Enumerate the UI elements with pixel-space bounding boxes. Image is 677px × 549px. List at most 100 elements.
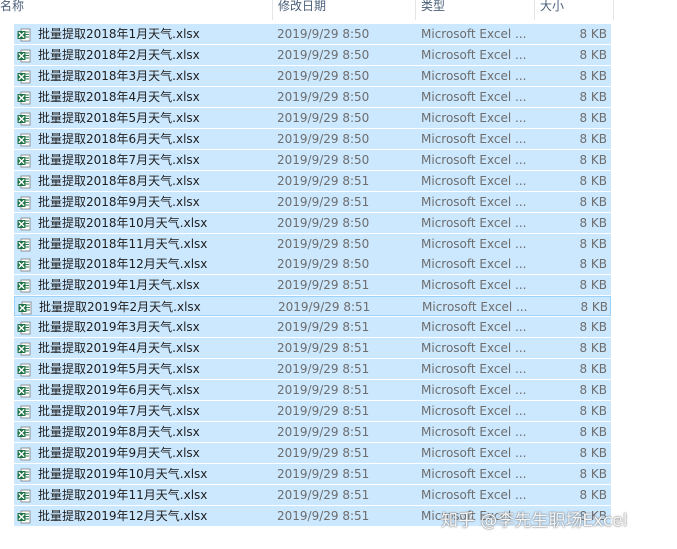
excel-file-icon bbox=[17, 383, 31, 398]
file-modified-date: 2019/9/29 8:51 bbox=[277, 195, 370, 209]
file-name: 批量提取2019年7月天气.xlsx bbox=[38, 404, 200, 418]
excel-file-icon bbox=[17, 425, 31, 440]
file-name: 批量提取2019年3月天气.xlsx bbox=[38, 320, 200, 334]
file-row[interactable]: 批量提取2018年5月天气.xlsx 2019/9/29 8:50 Microsof… bbox=[14, 108, 611, 128]
file-row[interactable]: 批量提取2019年6月天气.xlsx 2019/9/29 8:51 Microsof… bbox=[14, 380, 611, 400]
file-row[interactable]: 批量提取2018年10月天气.xlsx 2019/9/29 8:50 Microso… bbox=[14, 213, 611, 233]
file-size: 8 KB bbox=[579, 132, 607, 146]
file-row[interactable]: 批量提取2019年4月天气.xlsx 2019/9/29 8:51 Microsof… bbox=[14, 338, 611, 358]
file-name: 批量提取2018年4月天气.xlsx bbox=[38, 90, 200, 104]
file-row[interactable]: 批量提取2019年2月天气.xlsx 2019/9/29 8:51 Microsof… bbox=[14, 296, 611, 316]
file-size: 8 KB bbox=[579, 48, 607, 62]
column-divider[interactable] bbox=[613, 0, 614, 20]
file-name: 批量提取2019年10月天气.xlsx bbox=[38, 467, 208, 481]
file-row[interactable]: 批量提取2019年8月天气.xlsx 2019/9/29 8:51 Microsof… bbox=[14, 422, 611, 442]
file-name: 批量提取2018年5月天气.xlsx bbox=[38, 111, 200, 125]
file-name: 批量提取2019年5月天气.xlsx bbox=[38, 362, 200, 376]
file-name: 批量提取2018年3月天气.xlsx bbox=[38, 69, 200, 83]
file-explorer-list-view: 名称 修改日期 类型 大小 批量提取2018年1月天气.xlsx 2019/9/2… bbox=[0, 0, 677, 549]
file-modified-date: 2019/9/29 8:50 bbox=[277, 216, 370, 230]
file-row[interactable]: 批量提取2018年8月天气.xlsx 2019/9/29 8:51 Microsof… bbox=[14, 171, 611, 191]
file-row[interactable]: 批量提取2018年6月天气.xlsx 2019/9/29 8:50 Microsof… bbox=[14, 129, 611, 149]
file-type: Microsoft Excel ... bbox=[421, 425, 527, 439]
excel-file-icon bbox=[17, 153, 31, 168]
file-modified-date: 2019/9/29 8:51 bbox=[277, 320, 370, 334]
file-row[interactable]: 批量提取2019年10月天气.xlsx 2019/9/29 8:51 Microso… bbox=[14, 464, 611, 484]
file-row[interactable]: 批量提取2018年9月天气.xlsx 2019/9/29 8:51 Microsof… bbox=[14, 192, 611, 212]
excel-file-icon bbox=[17, 132, 31, 147]
file-size: 8 KB bbox=[579, 237, 607, 251]
column-divider[interactable] bbox=[272, 0, 273, 20]
column-header-bar: 名称 修改日期 类型 大小 bbox=[0, 0, 677, 22]
file-row[interactable]: 批量提取2019年1月天气.xlsx 2019/9/29 8:51 Microsof… bbox=[14, 275, 611, 295]
column-divider[interactable] bbox=[415, 0, 416, 20]
file-row[interactable]: 批量提取2018年12月天气.xlsx 2019/9/29 8:50 Microso… bbox=[14, 254, 611, 274]
file-row[interactable]: 批量提取2019年5月天气.xlsx 2019/9/29 8:51 Microsof… bbox=[14, 359, 611, 379]
file-row[interactable]: 批量提取2018年3月天气.xlsx 2019/9/29 8:50 Microsof… bbox=[14, 66, 611, 86]
file-name: 批量提取2019年6月天气.xlsx bbox=[38, 383, 200, 397]
file-type: Microsoft Excel ... bbox=[421, 216, 527, 230]
file-type: Microsoft Excel ... bbox=[422, 300, 528, 314]
file-modified-date: 2019/9/29 8:50 bbox=[277, 90, 370, 104]
file-size: 8 KB bbox=[579, 174, 607, 188]
file-size: 8 KB bbox=[579, 320, 607, 334]
column-header-name[interactable]: 名称 bbox=[0, 0, 270, 22]
file-size: 8 KB bbox=[579, 27, 607, 41]
file-row[interactable]: 批量提取2019年12月天气.xlsx 2019/9/29 8:51 Microso… bbox=[14, 506, 611, 526]
file-type: Microsoft Excel ... bbox=[421, 362, 527, 376]
column-divider[interactable] bbox=[534, 0, 535, 20]
file-size: 8 KB bbox=[579, 467, 607, 481]
column-header-date[interactable]: 修改日期 bbox=[278, 0, 408, 22]
file-modified-date: 2019/9/29 8:51 bbox=[277, 425, 370, 439]
file-modified-date: 2019/9/29 8:50 bbox=[277, 132, 370, 146]
column-header-date-label: 修改日期 bbox=[278, 0, 327, 13]
excel-file-icon bbox=[17, 257, 31, 272]
file-modified-date: 2019/9/29 8:51 bbox=[277, 467, 370, 481]
column-header-size[interactable]: 大小 bbox=[540, 0, 610, 22]
file-modified-date: 2019/9/29 8:51 bbox=[277, 278, 370, 292]
file-type: Microsoft Excel ... bbox=[421, 69, 527, 83]
excel-file-icon bbox=[17, 404, 31, 419]
file-row[interactable]: 批量提取2019年7月天气.xlsx 2019/9/29 8:51 Microsof… bbox=[14, 401, 611, 421]
excel-file-icon bbox=[17, 90, 31, 105]
file-modified-date: 2019/9/29 8:50 bbox=[277, 237, 370, 251]
file-type: Microsoft Excel ... bbox=[421, 467, 527, 481]
excel-file-icon bbox=[17, 362, 31, 377]
excel-file-icon bbox=[17, 174, 31, 189]
file-name: 批量提取2019年12月天气.xlsx bbox=[38, 509, 208, 523]
file-row[interactable]: 批量提取2018年4月天气.xlsx 2019/9/29 8:50 Microsof… bbox=[14, 87, 611, 107]
file-type: Microsoft Excel ... bbox=[421, 27, 527, 41]
file-modified-date: 2019/9/29 8:51 bbox=[277, 362, 370, 376]
file-modified-date: 2019/9/29 8:51 bbox=[277, 341, 370, 355]
excel-file-icon bbox=[17, 216, 31, 231]
file-type: Microsoft Excel ... bbox=[421, 320, 527, 334]
file-size: 8 KB bbox=[579, 111, 607, 125]
file-size: 8 KB bbox=[580, 300, 608, 314]
file-name: 批量提取2019年4月天气.xlsx bbox=[38, 341, 200, 355]
file-type: Microsoft Excel ... bbox=[421, 278, 527, 292]
file-type: Microsoft Excel ... bbox=[421, 509, 527, 523]
excel-file-icon bbox=[17, 195, 31, 210]
file-row[interactable]: 批量提取2019年11月天气.xlsx 2019/9/29 8:51 Microso… bbox=[14, 485, 611, 505]
file-modified-date: 2019/9/29 8:51 bbox=[278, 300, 371, 314]
excel-file-icon bbox=[17, 446, 31, 461]
file-type: Microsoft Excel ... bbox=[421, 446, 527, 460]
file-size: 8 KB bbox=[579, 362, 607, 376]
file-row[interactable]: 批量提取2019年3月天气.xlsx 2019/9/29 8:51 Microsof… bbox=[14, 317, 611, 337]
file-size: 8 KB bbox=[579, 404, 607, 418]
column-header-type[interactable]: 类型 bbox=[421, 0, 531, 22]
file-row[interactable]: 批量提取2019年9月天气.xlsx 2019/9/29 8:51 Microsof… bbox=[14, 443, 611, 463]
file-name: 批量提取2018年6月天气.xlsx bbox=[38, 132, 200, 146]
file-size: 8 KB bbox=[579, 425, 607, 439]
excel-file-icon bbox=[17, 237, 31, 252]
file-name: 批量提取2018年7月天气.xlsx bbox=[38, 153, 200, 167]
file-modified-date: 2019/9/29 8:51 bbox=[277, 383, 370, 397]
file-row[interactable]: 批量提取2018年2月天气.xlsx 2019/9/29 8:50 Microsof… bbox=[14, 45, 611, 65]
file-modified-date: 2019/9/29 8:51 bbox=[277, 488, 370, 502]
file-row[interactable]: 批量提取2018年1月天气.xlsx 2019/9/29 8:50 Microsof… bbox=[14, 24, 611, 44]
file-type: Microsoft Excel ... bbox=[421, 383, 527, 397]
file-modified-date: 2019/9/29 8:51 bbox=[277, 446, 370, 460]
file-name: 批量提取2019年11月天气.xlsx bbox=[38, 488, 208, 502]
file-row[interactable]: 批量提取2018年11月天气.xlsx 2019/9/29 8:50 Microso… bbox=[14, 234, 611, 254]
file-row[interactable]: 批量提取2018年7月天气.xlsx 2019/9/29 8:50 Microsof… bbox=[14, 150, 611, 170]
